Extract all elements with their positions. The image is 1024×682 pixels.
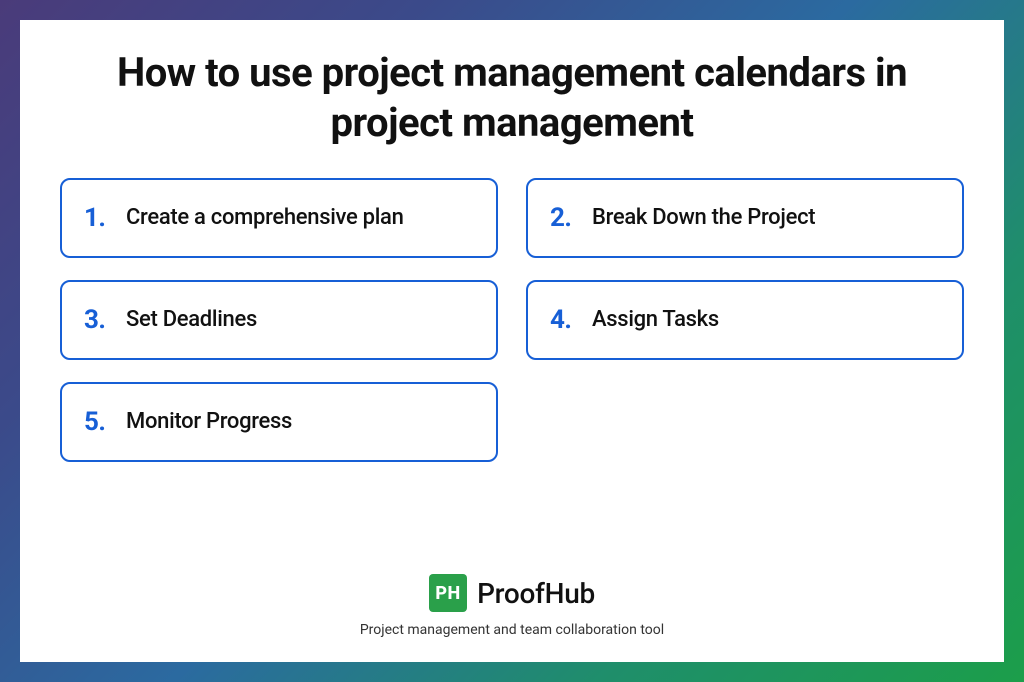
page-title: How to use project management calendars … — [102, 48, 922, 148]
step-number: 1. — [84, 203, 126, 233]
step-number: 3. — [84, 305, 126, 335]
brand-name: ProofHub — [477, 577, 595, 610]
steps-grid: 1. Create a comprehensive plan 2. Break … — [60, 178, 964, 462]
step-number: 5. — [84, 407, 126, 437]
footer: PH ProofHub Project management and team … — [60, 574, 964, 642]
canvas: How to use project management calendars … — [20, 20, 1004, 662]
brand-row: PH ProofHub — [429, 574, 595, 612]
step-text: Break Down the Project — [592, 204, 815, 233]
step-card: 1. Create a comprehensive plan — [60, 178, 498, 258]
step-text: Create a comprehensive plan — [126, 204, 404, 233]
step-text: Assign Tasks — [592, 306, 719, 335]
step-text: Monitor Progress — [126, 408, 292, 437]
step-text: Set Deadlines — [126, 306, 257, 335]
step-card: 2. Break Down the Project — [526, 178, 964, 258]
step-card: 4. Assign Tasks — [526, 280, 964, 360]
step-card: 3. Set Deadlines — [60, 280, 498, 360]
step-number: 4. — [550, 305, 592, 335]
step-number: 2. — [550, 203, 592, 233]
step-card: 5. Monitor Progress — [60, 382, 498, 462]
proofhub-logo-icon: PH — [429, 574, 467, 612]
brand-tagline: Project management and team collaboratio… — [360, 622, 664, 638]
